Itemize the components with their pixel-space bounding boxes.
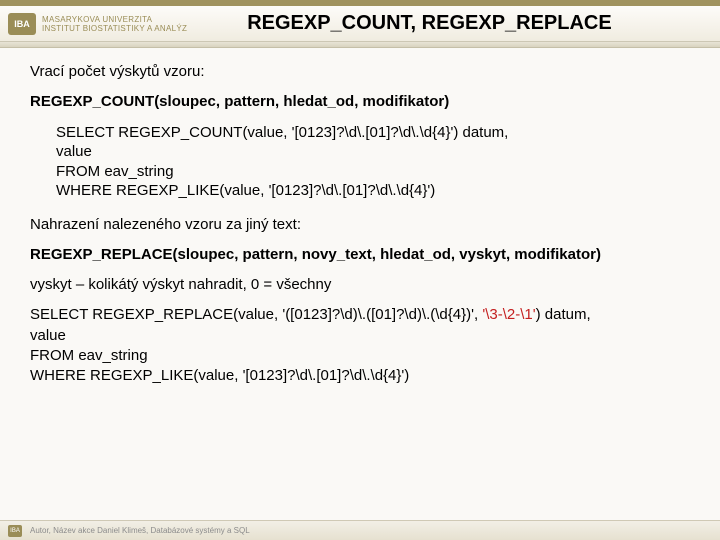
code2-l1b: '\3-\2-\1' (482, 306, 535, 323)
footer-text: Autor, Název akce Daniel Klimeš, Databáz… (30, 526, 250, 535)
university-text: MASARYKOVA UNIVERZITA INSTITUT BIOSTATIS… (42, 15, 187, 33)
slide-content: Vrací počet výskytů vzoru: REGEXP_COUNT(… (0, 48, 720, 400)
code1-line3: FROM eav_string (56, 162, 696, 182)
uni-line1: MASARYKOVA UNIVERZITA (42, 15, 187, 24)
footer-bar: IBA Autor, Název akce Daniel Klimeš, Dat… (0, 520, 720, 540)
logo-icon: IBA (8, 13, 36, 35)
code1-line2: value (56, 142, 696, 162)
footer-logo-icon: IBA (8, 525, 22, 537)
vyskyt-text: vyskyt – kolikátý výskyt nahradit, 0 = v… (30, 275, 696, 295)
header-bar: IBA MASARYKOVA UNIVERZITA INSTITUT BIOST… (0, 6, 720, 42)
regexp-replace-syntax: REGEXP_REPLACE(sloupec, pattern, novy_te… (30, 245, 696, 265)
code2-l1a: SELECT REGEXP_REPLACE(value, '([0123]?\d… (30, 306, 482, 323)
uni-line2: INSTITUT BIOSTATISTIKY A ANALÝZ (42, 24, 187, 33)
code1-line1: SELECT REGEXP_COUNT(value, '[0123]?\d\.[… (56, 123, 696, 143)
code2-line2: value (30, 326, 696, 346)
logo-block: IBA MASARYKOVA UNIVERZITA INSTITUT BIOST… (8, 13, 187, 35)
code2-line1: SELECT REGEXP_REPLACE(value, '([0123]?\d… (30, 305, 696, 325)
slide-title: REGEXP_COUNT, REGEXP_REPLACE (247, 12, 612, 35)
code1-line4: WHERE REGEXP_LIKE(value, '[0123]?\d\.[01… (56, 181, 696, 201)
intro-text: Vrací počet výskytů vzoru: (30, 62, 696, 82)
code-block-2: SELECT REGEXP_REPLACE(value, '([0123]?\d… (30, 305, 696, 386)
code2-line4: WHERE REGEXP_LIKE(value, '[0123]?\d\.[01… (30, 366, 696, 386)
code-block-1: SELECT REGEXP_COUNT(value, '[0123]?\d\.[… (56, 123, 696, 201)
code2-l1c: ) datum, (536, 306, 591, 323)
replace-intro: Nahrazení nalezeného vzoru za jiný text: (30, 215, 696, 235)
code2-line3: FROM eav_string (30, 346, 696, 366)
regexp-count-syntax: REGEXP_COUNT(sloupec, pattern, hledat_od… (30, 92, 696, 112)
